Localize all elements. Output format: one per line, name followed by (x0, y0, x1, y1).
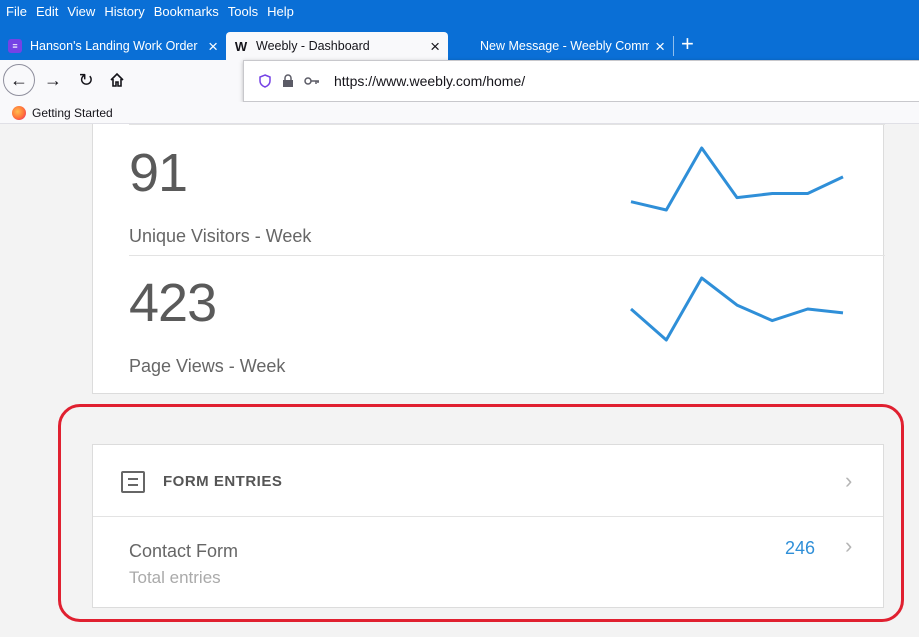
form-subtitle: Total entries (129, 568, 221, 587)
stat-value: 91 (129, 143, 188, 203)
menu-help[interactable]: Help (267, 4, 294, 19)
list-icon: ≡ (8, 39, 22, 53)
entry-count[interactable]: 246 (785, 538, 815, 559)
tab-weebly-dashboard[interactable]: W Weebly - Dashboard × (226, 32, 448, 60)
chevron-right-icon[interactable]: › (845, 535, 852, 557)
shield-icon[interactable] (258, 74, 272, 88)
url-text: https://www.weebly.com/home/ (334, 73, 526, 89)
section-title: FORM ENTRIES (163, 473, 283, 490)
address-bar[interactable]: https://www.weebly.com/home/ (243, 60, 919, 102)
sparkline-chart (630, 146, 844, 212)
new-tab-button[interactable]: + (681, 30, 694, 58)
menu-history[interactable]: History (104, 4, 144, 19)
home-icon (110, 72, 124, 87)
close-icon[interactable]: × (430, 38, 440, 55)
tab-label: New Message - Weebly Comm (480, 39, 650, 53)
nav-bar: ← → ↻ https://www.weebly.com/home/ (0, 60, 919, 102)
bookmark-getting-started[interactable]: Getting Started (12, 105, 113, 120)
lock-icon[interactable] (282, 74, 294, 88)
form-icon (121, 471, 145, 493)
menu-file[interactable]: File (6, 4, 27, 19)
divider (129, 124, 885, 125)
tab-new-message[interactable]: New Message - Weebly Comm × (480, 32, 665, 60)
bookmarks-toolbar: Getting Started (0, 102, 919, 124)
close-icon[interactable]: × (208, 38, 218, 55)
firefox-icon (12, 105, 26, 120)
stat-page-views: 423 Page Views - Week (129, 264, 885, 384)
forward-button[interactable]: → (37, 64, 69, 96)
stat-value: 423 (129, 273, 217, 333)
bookmark-label: Getting Started (32, 105, 113, 120)
home-button[interactable] (101, 64, 133, 96)
menu-bar: File Edit View History Bookmarks Tools H… (0, 0, 919, 22)
tab-label: Weebly - Dashboard (256, 39, 370, 53)
menu-bookmarks[interactable]: Bookmarks (154, 4, 219, 19)
stat-unique-visitors: 91 Unique Visitors - Week (129, 134, 885, 254)
back-button[interactable]: ← (3, 64, 35, 96)
chevron-right-icon[interactable]: › (845, 470, 852, 492)
sparkline-chart (630, 276, 844, 342)
menu-view[interactable]: View (67, 4, 95, 19)
form-entries-card: FORM ENTRIES › Contact Form Total entrie… (92, 444, 884, 608)
weebly-icon: W (234, 38, 248, 54)
stats-card: 91 Unique Visitors - Week 423 Page Views… (92, 124, 885, 394)
menu-tools[interactable]: Tools (228, 4, 258, 19)
stat-label: Page Views - Week (129, 356, 286, 376)
form-entries-header[interactable]: FORM ENTRIES › (93, 445, 883, 517)
page-content: 91 Unique Visitors - Week 423 Page Views… (0, 124, 919, 637)
stat-label: Unique Visitors - Week (129, 226, 312, 246)
tab-work-order[interactable]: ≡ Hanson's Landing Work Order × (8, 32, 218, 60)
tab-separator (673, 36, 674, 56)
divider (129, 255, 885, 256)
close-icon[interactable]: × (655, 38, 665, 55)
form-entry-row[interactable]: Contact Form Total entries 246 › (93, 517, 883, 607)
key-icon[interactable] (304, 76, 320, 86)
reload-button[interactable]: ↻ (70, 64, 102, 96)
sparkline-series (630, 146, 844, 212)
tab-bar: ≡ Hanson's Landing Work Order × W Weebly… (0, 22, 919, 60)
form-name: Contact Form (129, 541, 239, 561)
tab-label: Hanson's Landing Work Order (30, 39, 198, 53)
menu-edit[interactable]: Edit (36, 4, 58, 19)
sparkline-series (630, 276, 844, 342)
